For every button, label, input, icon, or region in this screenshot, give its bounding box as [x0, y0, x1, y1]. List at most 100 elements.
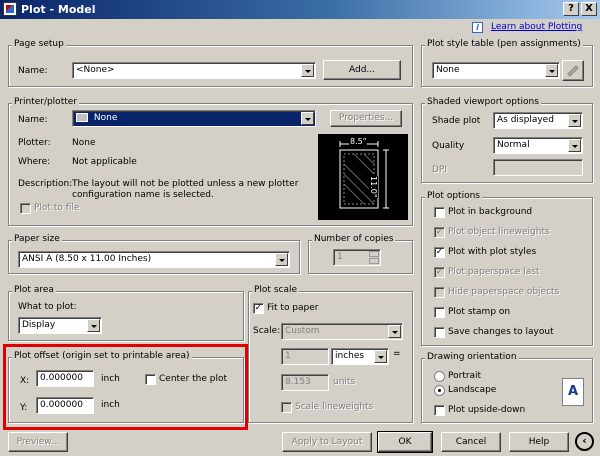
scale-unit-dropdown[interactable]: inches	[331, 348, 389, 365]
plot-option-row[interactable]: Plot in background	[432, 206, 590, 226]
add-page-setup-button[interactable]: Add...	[323, 60, 401, 80]
chevron-down-icon	[301, 112, 314, 125]
plot-option-checkbox[interactable]	[434, 207, 445, 218]
landscape-radio[interactable]	[434, 385, 445, 396]
edit-pencil-icon	[567, 65, 579, 77]
spin-up-icon[interactable]	[369, 251, 379, 257]
page-setup-name-dropdown[interactable]: <None>	[72, 62, 316, 79]
ok-button[interactable]: OK	[377, 431, 433, 453]
help-button[interactable]: Help	[509, 432, 569, 452]
plot-option-row[interactable]: Save changes to layout	[432, 326, 590, 346]
spin-down-icon[interactable]	[369, 258, 379, 264]
scale-value1-input[interactable]: 1	[281, 348, 329, 365]
plot-option-row[interactable]: ✓ Plot object lineweights	[432, 226, 590, 246]
plot-option-row[interactable]: ✓ Plot with plot styles	[432, 246, 590, 266]
where-value: Not applicable	[72, 157, 137, 167]
chevron-down-icon	[388, 325, 401, 338]
copies-spinner[interactable]: 1	[333, 249, 381, 266]
plot-to-file-label: Plot to file	[34, 203, 80, 213]
scale-unit2-label: units	[333, 377, 356, 387]
chevron-down-icon	[568, 139, 581, 152]
drawing-orientation-legend: Drawing orientation	[425, 352, 519, 362]
dpi-input[interactable]	[493, 159, 583, 176]
paper-preview-graphic	[339, 141, 389, 209]
scale-unit-value: inches	[335, 351, 365, 361]
plot-option-checkbox[interactable]	[434, 307, 445, 318]
shade-plot-dropdown[interactable]: As displayed	[493, 112, 583, 129]
plot-to-file-checkbox[interactable]	[20, 203, 31, 214]
portrait-label: Portrait	[448, 371, 482, 381]
equals-sign: =	[393, 349, 401, 359]
title-help-button[interactable]: ?	[563, 2, 579, 16]
autocad-app-icon	[3, 2, 17, 16]
quality-dropdown[interactable]: Normal	[493, 137, 583, 154]
description-label: Description:	[18, 179, 73, 189]
quality-label: Quality	[432, 141, 465, 151]
info-icon: i	[472, 22, 483, 33]
paper-size-dropdown[interactable]: ANSI A (8.50 x 11.00 Inches)	[18, 251, 290, 268]
dpi-label: DPI	[432, 165, 448, 175]
plot-option-label: Plot with plot styles	[448, 247, 537, 257]
page-setup-name-value: <None>	[76, 65, 115, 75]
edit-plot-style-button[interactable]	[562, 60, 584, 81]
shaded-viewport-legend: Shaded viewport options	[425, 97, 541, 107]
learn-about-plotting-link[interactable]: Learn about Plotting	[491, 22, 582, 32]
orientation-preview-icon: A	[562, 378, 584, 406]
scale-dropdown[interactable]: Custom	[281, 323, 403, 340]
scale-value2-input[interactable]: 8.153	[281, 374, 329, 391]
plot-option-checkbox[interactable]	[434, 287, 445, 298]
plot-option-checkbox[interactable]: ✓	[434, 247, 445, 258]
plot-option-row[interactable]: Hide paperspace objects	[432, 286, 590, 306]
cancel-button[interactable]: Cancel	[441, 432, 501, 452]
plot-style-dropdown[interactable]: None	[432, 62, 560, 79]
plot-option-row[interactable]: ✓ Plot paperspace last	[432, 266, 590, 286]
chevron-down-icon	[568, 114, 581, 127]
plot-option-label: Plot object lineweights	[448, 227, 550, 237]
plot-option-row[interactable]: Plot stamp on	[432, 306, 590, 326]
printer-icon	[76, 113, 88, 122]
chevron-down-icon	[275, 253, 288, 266]
scale-lineweights-label: Scale lineweights	[295, 402, 374, 412]
printer-name-label: Name:	[18, 115, 48, 125]
printer-name-dropdown[interactable]: None	[72, 110, 316, 127]
fit-to-paper-checkbox[interactable]: ✓	[253, 303, 264, 314]
fit-to-paper-label: Fit to paper	[267, 303, 319, 313]
description-value: The layout will not be plotted unless a …	[72, 179, 299, 200]
chevron-down-icon	[87, 319, 100, 332]
plot-style-table-legend: Plot style table (pen assignments)	[425, 39, 583, 49]
plot-option-label: Plot in background	[448, 207, 533, 217]
apply-to-layout-button[interactable]: Apply to Layout	[282, 432, 372, 452]
plotter-value: None	[72, 138, 96, 148]
close-button[interactable]: X	[581, 2, 597, 16]
copies-legend: Number of copies	[312, 234, 396, 244]
scale-label: Scale:	[253, 326, 281, 336]
what-to-plot-dropdown[interactable]: Display	[18, 317, 102, 334]
paper-size-value: ANSI A (8.50 x 11.00 Inches)	[22, 254, 152, 264]
plotter-label: Plotter:	[18, 138, 51, 148]
what-to-plot-value: Display	[22, 320, 56, 330]
collapse-arrow-icon[interactable]: ‹	[575, 432, 594, 451]
plot-options-legend: Plot options	[425, 191, 482, 201]
plot-option-checkbox[interactable]: ✓	[434, 267, 445, 278]
plot-option-checkbox[interactable]	[434, 327, 445, 338]
page-setup-name-label: Name:	[18, 66, 48, 76]
landscape-label: Landscape	[448, 385, 497, 395]
preview-button[interactable]: Preview...	[8, 432, 68, 452]
chevron-down-icon	[545, 64, 558, 77]
printer-plotter-legend: Printer/plotter	[12, 97, 79, 107]
plot-area-legend: Plot area	[12, 285, 56, 295]
upside-down-checkbox[interactable]	[434, 405, 445, 416]
plot-option-label: Save changes to layout	[448, 327, 554, 337]
plot-option-label: Plot stamp on	[448, 307, 511, 317]
plot-option-label: Hide paperspace objects	[448, 287, 560, 297]
scale-lineweights-checkbox[interactable]	[281, 402, 292, 413]
printer-name-value: None	[93, 113, 118, 123]
copies-value: 1	[337, 252, 343, 262]
window-title: Plot - Model	[21, 3, 96, 16]
plot-option-checkbox[interactable]: ✓	[434, 227, 445, 238]
portrait-radio[interactable]	[434, 371, 445, 382]
paper-size-legend: Paper size	[12, 234, 62, 244]
plot-options-list: Plot in background ✓ Plot object lineweigh…	[432, 206, 590, 346]
properties-button[interactable]: Properties...	[330, 110, 402, 127]
plot-scale-legend: Plot scale	[252, 285, 300, 295]
